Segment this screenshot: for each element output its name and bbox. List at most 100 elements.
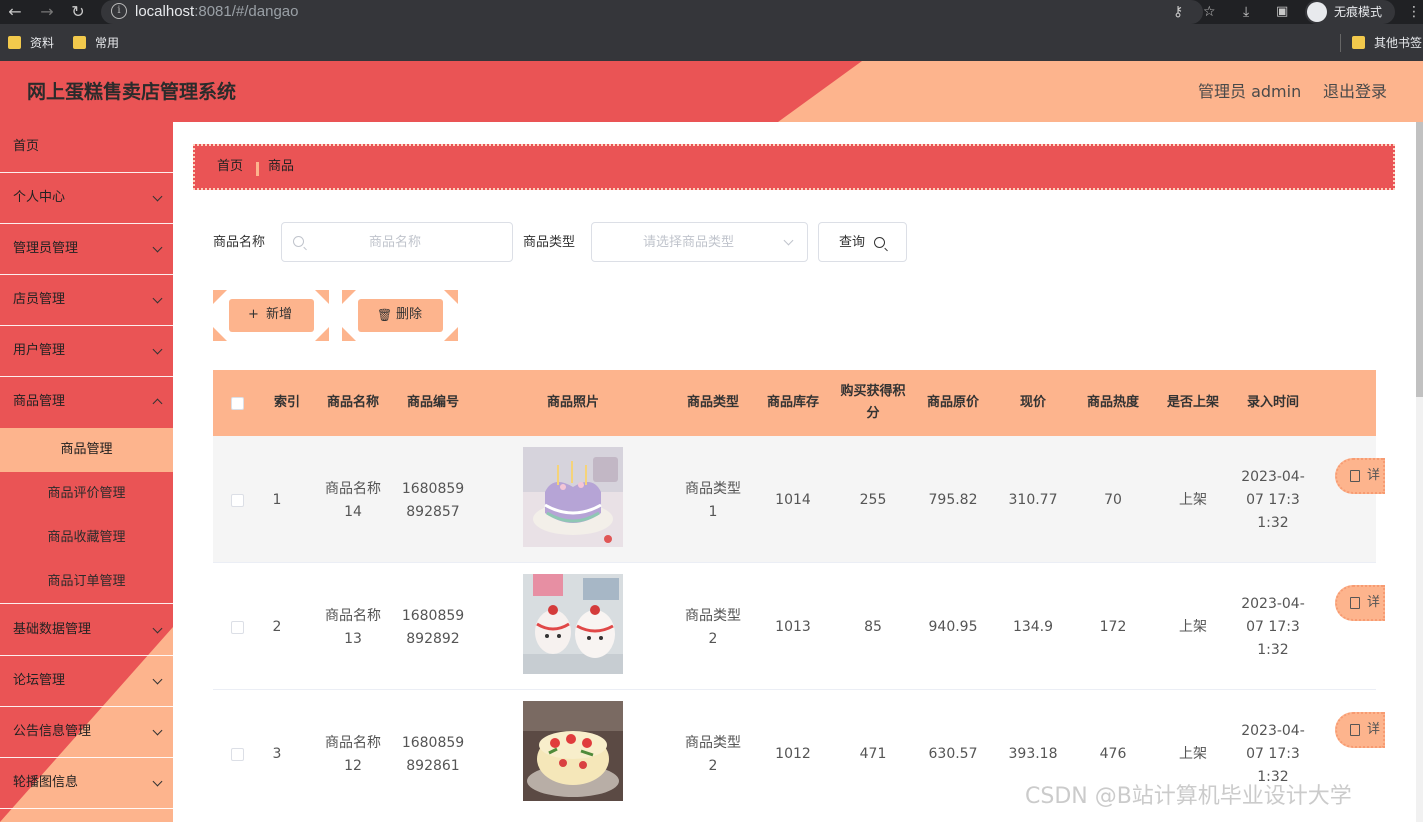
sidebar-item-user-mgmt[interactable]: 用户管理 xyxy=(0,326,173,377)
col-goods-code: 商品编号 xyxy=(406,395,459,410)
delete-button[interactable]: 🗑 删除 xyxy=(342,290,458,341)
sidebar-item-label: 公告信息管理 xyxy=(13,724,92,739)
breadcrumb-home[interactable]: 首页 xyxy=(217,159,243,175)
sidepanel-icon[interactable]: ▣ xyxy=(1276,3,1288,21)
add-button[interactable]: + 新增 xyxy=(213,290,329,341)
sidebar-item-personal-center[interactable]: 个人中心 xyxy=(0,173,173,224)
search-icon xyxy=(874,237,885,248)
sidebar-item-forum[interactable]: 论坛管理 xyxy=(0,656,173,707)
cell-index: 1 xyxy=(272,492,282,508)
sidebar-subitem-goods-favorite[interactable]: 商品收藏管理 xyxy=(0,516,173,560)
table-row[interactable]: 2 商品名称13 1680859892892 商品类型2 1013 85 940… xyxy=(213,563,1385,690)
back-arrow-icon[interactable]: ← xyxy=(5,2,25,22)
col-index: 索引 xyxy=(273,395,300,410)
cell-goods-type: 商品类型2 xyxy=(685,735,741,774)
cell-points: 85 xyxy=(864,619,882,635)
sidebar-item-label: 商品管理 xyxy=(13,394,66,409)
document-icon xyxy=(1350,724,1360,736)
reload-icon[interactable]: ↻ xyxy=(68,2,88,22)
sidebar-item-label: 用户管理 xyxy=(13,343,66,358)
cell-goods-type: 商品类型1 xyxy=(685,481,741,520)
col-goods-type: 商品类型 xyxy=(686,395,739,410)
bookmark-folder-changyong[interactable]: 常用 xyxy=(73,35,119,51)
table-row[interactable]: 1 商品名称14 1680859892857 商品类型1 1014 255 79… xyxy=(213,436,1385,563)
sidebar-item-label: 首页 xyxy=(13,139,40,154)
site-info-icon[interactable]: i xyxy=(111,3,127,19)
bookmarks-bar: 资料 常用 其他书签 xyxy=(0,24,1423,61)
chevron-down-icon xyxy=(783,235,794,246)
goods-photo xyxy=(523,447,623,547)
row-checkbox[interactable] xyxy=(231,621,244,634)
sidebar-subitem-goods-review[interactable]: 商品评价管理 xyxy=(0,472,173,516)
detail-button[interactable]: 详 xyxy=(1335,585,1385,621)
chevron-up-icon xyxy=(152,398,163,409)
goods-photo xyxy=(523,701,623,801)
menu-kebab-icon[interactable]: ⋮ xyxy=(1407,3,1421,21)
sidebar-item-clerk-mgmt[interactable]: 店员管理 xyxy=(0,275,173,326)
cell-points: 471 xyxy=(859,746,887,762)
cell-stock: 1014 xyxy=(775,492,811,508)
incognito-icon xyxy=(1307,2,1327,22)
sidebar-item-home[interactable]: 首页 xyxy=(0,122,173,173)
sidebar-item-label: 店员管理 xyxy=(13,292,66,307)
chevron-down-icon xyxy=(152,776,163,787)
col-heat: 商品热度 xyxy=(1086,395,1139,410)
cell-heat: 476 xyxy=(1099,746,1127,762)
select-all-checkbox[interactable] xyxy=(231,397,244,410)
cell-heat: 70 xyxy=(1104,492,1122,508)
app-title: 网上蛋糕售卖店管理系统 xyxy=(27,81,237,103)
detail-button[interactable]: 详 xyxy=(1335,458,1385,494)
breadcrumb: 首页 商品 xyxy=(193,144,1395,190)
detail-button[interactable]: 详 xyxy=(1335,712,1385,748)
cell-goods-code: 1680859892861 xyxy=(401,735,465,774)
sidebar-subitem-goods-order[interactable]: 商品订单管理 xyxy=(0,560,173,604)
sidebar-subitem-label: 商品收藏管理 xyxy=(47,530,126,545)
cell-on-shelf: 上架 xyxy=(1179,492,1207,508)
address-bar[interactable]: i localhost:8081/#/dangao ⚷ ☆ xyxy=(101,0,1216,24)
sidebar-subitem-label: 商品评价管理 xyxy=(47,486,126,501)
key-icon[interactable]: ⚷ xyxy=(1173,3,1183,21)
goods-name-input[interactable]: 商品名称 xyxy=(281,222,513,262)
cell-price: 310.77 xyxy=(1008,492,1058,508)
cell-on-shelf: 上架 xyxy=(1179,746,1207,762)
chevron-down-icon xyxy=(152,674,163,685)
sidebar-item-carousel[interactable]: 轮播图信息 xyxy=(0,758,173,809)
cell-price: 134.9 xyxy=(1012,619,1054,635)
sidebar-item-base-data[interactable]: 基础数据管理 xyxy=(0,605,173,656)
admin-user-label: 管理员 admin xyxy=(1198,82,1302,101)
scrollbar-thumb[interactable] xyxy=(1416,122,1423,397)
star-icon[interactable]: ☆ xyxy=(1203,3,1216,21)
logout-link[interactable]: 退出登录 xyxy=(1323,81,1387,103)
sidebar-item-admin-mgmt[interactable]: 管理员管理 xyxy=(0,224,173,275)
page-scrollbar[interactable] xyxy=(1416,122,1423,822)
bookmark-folder-ziliao[interactable]: 资料 xyxy=(8,35,54,51)
cell-goods-code: 1680859892892 xyxy=(401,608,465,647)
cell-entry-time: 2023-04-07 17:31:32 xyxy=(1241,469,1305,531)
sidebar-item-goods-mgmt[interactable]: 商品管理 xyxy=(0,377,173,428)
incognito-badge[interactable]: 无痕模式 xyxy=(1305,0,1395,24)
forward-arrow-icon[interactable]: → xyxy=(37,2,57,22)
row-checkbox[interactable] xyxy=(231,494,244,507)
col-price: 现价 xyxy=(1019,395,1046,410)
trash-icon: 🗑 xyxy=(377,308,393,322)
col-on-shelf: 是否上架 xyxy=(1166,395,1219,410)
download-icon[interactable]: ⤓ xyxy=(1243,3,1249,21)
search-icon xyxy=(293,236,304,247)
query-button[interactable]: 查询 xyxy=(818,222,907,262)
detail-button-label: 详 xyxy=(1367,722,1381,737)
cell-goods-name: 商品名称13 xyxy=(325,608,381,647)
browser-toolbar: ← → ↻ i localhost:8081/#/dangao ⚷ ☆ ⤓ ▣ … xyxy=(0,0,1423,24)
cell-orig-price: 795.82 xyxy=(928,492,978,508)
row-checkbox[interactable] xyxy=(231,748,244,761)
cell-goods-name: 商品名称12 xyxy=(325,735,381,774)
add-button-label: 新增 xyxy=(266,307,293,322)
document-icon xyxy=(1350,470,1360,482)
sidebar-subitem-goods[interactable]: 商品管理 xyxy=(0,428,173,472)
sidebar: 首页 个人中心 管理员管理 店员管理 用户管理 商品管理 商品管理 商品评价管理… xyxy=(0,122,173,822)
goods-name-placeholder: 商品名称 xyxy=(369,235,422,250)
col-goods-name: 商品名称 xyxy=(326,395,379,410)
bookmark-folder-other[interactable]: 其他书签 xyxy=(1352,35,1422,51)
sidebar-item-notice[interactable]: 公告信息管理 xyxy=(0,707,173,758)
goods-type-select[interactable]: 请选择商品类型 xyxy=(591,222,808,262)
url-text: localhost:8081/#/dangao xyxy=(135,3,299,20)
